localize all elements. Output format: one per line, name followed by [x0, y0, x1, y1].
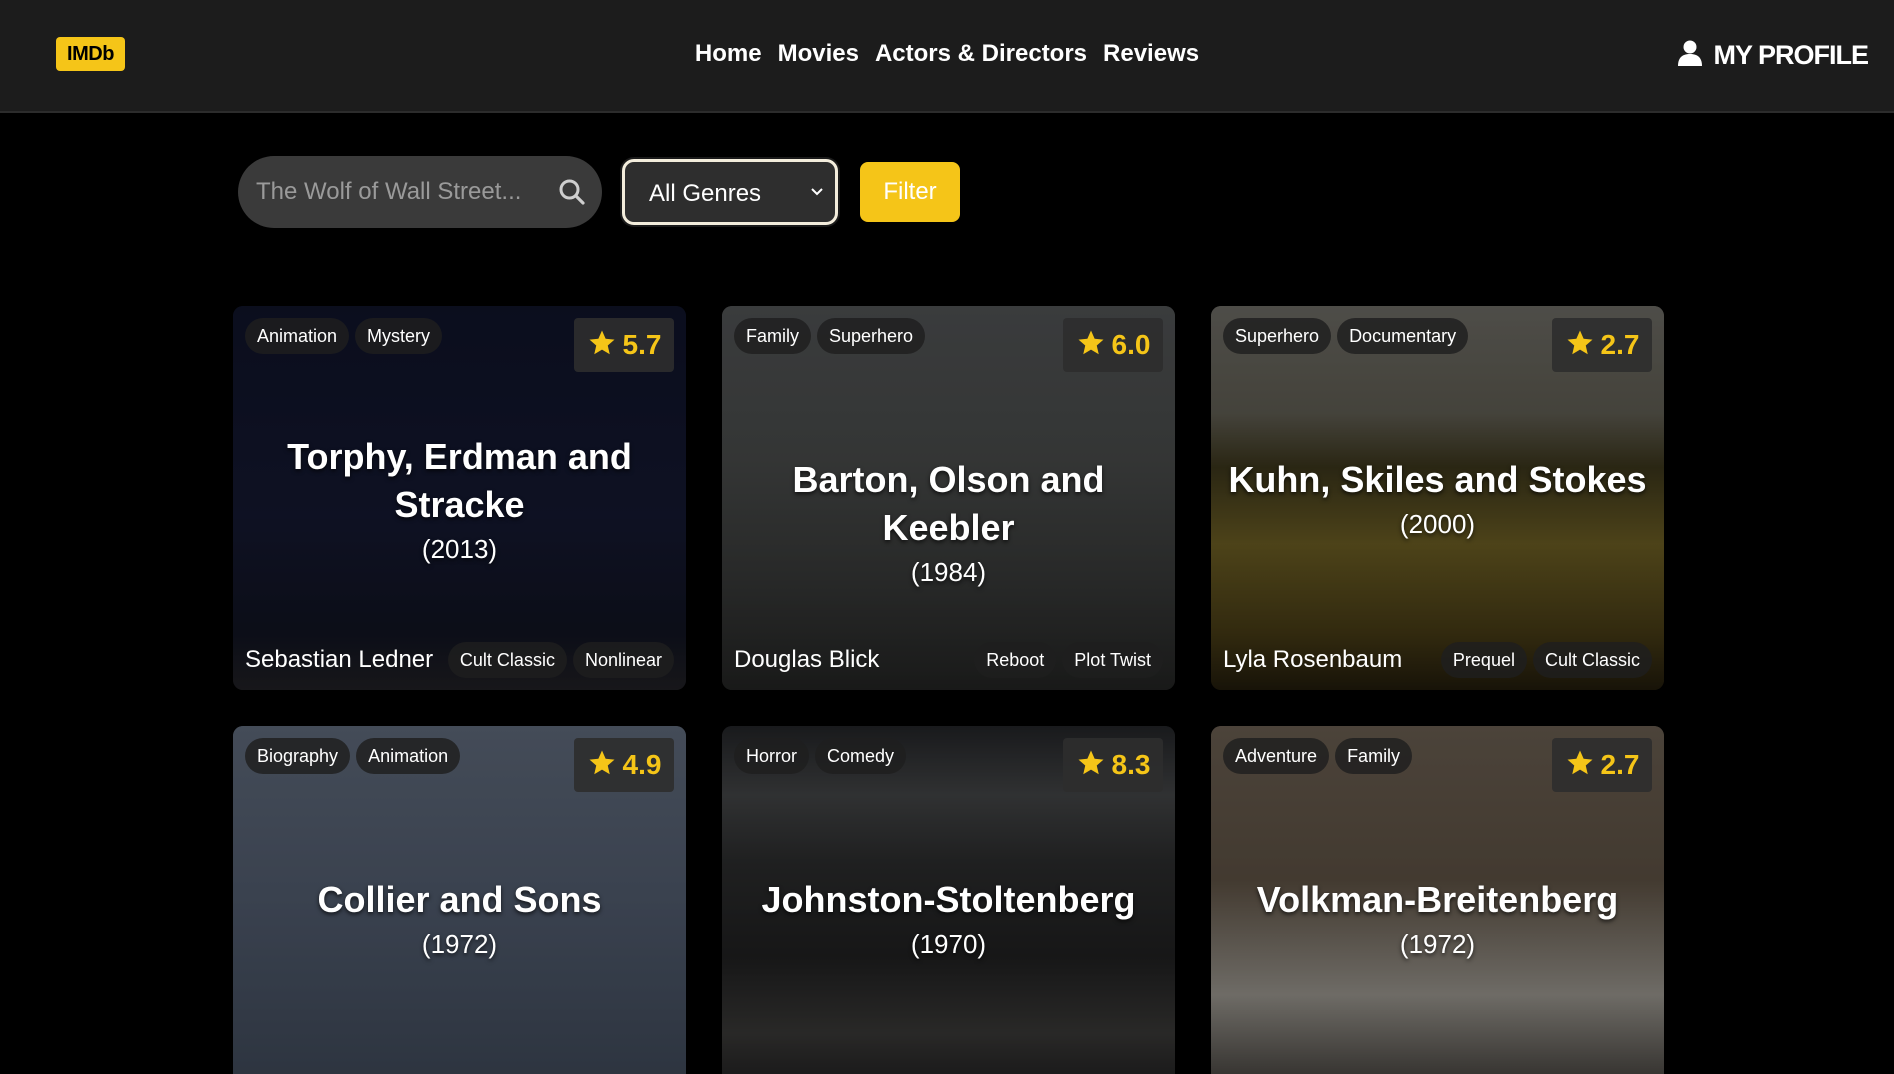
- movie-card[interactable]: Animation Mystery 5.7 Torphy, Erdman and St…: [233, 306, 686, 690]
- director-name[interactable]: Douglas Blick: [734, 646, 879, 674]
- top-navbar: IMDb Home Movies Actors & Directors Revi…: [0, 0, 1894, 113]
- rating-value: 5.7: [622, 329, 662, 360]
- genre-chip[interactable]: Mystery: [355, 318, 443, 354]
- rating-badge: 2.7: [1552, 738, 1652, 792]
- rating-badge: 5.7: [574, 318, 674, 372]
- genre-chip[interactable]: Animation: [356, 738, 461, 774]
- movie-card[interactable]: Adventure Family 2.7 Volkman-Breitenberg (19…: [1211, 726, 1664, 1074]
- movie-heading: Barton, Olson and Keebler (1984): [722, 456, 1175, 590]
- movie-year: (2000): [1399, 509, 1476, 539]
- star-icon: [587, 748, 617, 783]
- card-footer: Sebastian Ledner Cult Classic Nonlinear: [245, 642, 674, 678]
- genre-chip[interactable]: Biography: [245, 738, 351, 774]
- rating-badge: 8.3: [1063, 738, 1163, 792]
- genre-chip[interactable]: Adventure: [1223, 738, 1330, 774]
- movie-year: (1972): [1399, 929, 1476, 959]
- card-footer: Douglas Blick Reboot Plot Twist: [734, 642, 1163, 678]
- chevron-down-icon: [809, 184, 825, 205]
- genre-select[interactable]: All Genres: [622, 159, 838, 225]
- filter-button[interactable]: Filter: [860, 162, 960, 222]
- keyword-tags: Cult Classic Nonlinear: [447, 642, 674, 678]
- keyword-chip[interactable]: Cult Classic: [1532, 642, 1652, 678]
- genre-chip[interactable]: Family: [734, 318, 811, 354]
- genre-tags: Family Superhero: [734, 318, 926, 354]
- genre-tags: Animation Mystery: [245, 318, 443, 354]
- movie-heading: Johnston-Stoltenberg (1970): [722, 876, 1175, 962]
- genre-chip[interactable]: Horror: [734, 738, 810, 774]
- genre-tags: Adventure Family: [1223, 738, 1413, 774]
- star-icon: [1076, 328, 1106, 363]
- movie-heading: Collier and Sons (1972): [233, 876, 686, 962]
- movie-title: Torphy, Erdman and Stracke: [287, 436, 632, 525]
- genre-tags: Horror Comedy: [734, 738, 907, 774]
- nav-reviews[interactable]: Reviews: [1103, 40, 1199, 68]
- card-footer: Lyla Rosenbaum Prequel Cult Classic: [1223, 642, 1652, 678]
- movie-card[interactable]: Biography Animation 4.9 Collier and Sons (19…: [233, 726, 686, 1074]
- nav-actors-directors[interactable]: Actors & Directors: [875, 40, 1087, 68]
- genre-chip[interactable]: Superhero: [817, 318, 926, 354]
- director-name[interactable]: Sebastian Ledner: [245, 646, 433, 674]
- genre-chip[interactable]: Family: [1335, 738, 1413, 774]
- keyword-chip[interactable]: Plot Twist: [1062, 642, 1163, 678]
- star-icon: [1565, 328, 1595, 363]
- main-nav: Home Movies Actors & Directors Reviews: [0, 40, 1894, 68]
- movie-heading: Torphy, Erdman and Stracke (2013): [233, 433, 686, 567]
- movie-heading: Volkman-Breitenberg (1972): [1211, 876, 1664, 962]
- movie-title: Barton, Olson and Keebler: [792, 459, 1105, 548]
- rating-value: 8.3: [1111, 749, 1151, 780]
- movie-title: Kuhn, Skiles and Stokes: [1228, 459, 1647, 500]
- user-icon: [1677, 39, 1703, 72]
- profile-label: MY PROFILE: [1713, 40, 1869, 70]
- nav-movies[interactable]: Movies: [778, 40, 859, 68]
- keyword-chip[interactable]: Cult Classic: [447, 642, 567, 678]
- search-bar: [238, 156, 602, 228]
- rating-badge: 6.0: [1063, 318, 1163, 372]
- keyword-tags: Prequel Cult Classic: [1440, 642, 1652, 678]
- movie-card[interactable]: Superhero Documentary 2.7 Kuhn, Skiles and …: [1211, 306, 1664, 690]
- genre-chip[interactable]: Animation: [245, 318, 350, 354]
- genre-tags: Biography Animation: [245, 738, 461, 774]
- star-icon: [587, 328, 617, 363]
- keyword-tags: Reboot Plot Twist: [974, 642, 1163, 678]
- director-name[interactable]: Lyla Rosenbaum: [1223, 646, 1402, 674]
- search-input[interactable]: [256, 156, 546, 228]
- profile-link[interactable]: MY PROFILE: [1677, 39, 1869, 72]
- genre-chip[interactable]: Documentary: [1337, 318, 1469, 354]
- rating-value: 2.7: [1600, 749, 1640, 780]
- movie-heading: Kuhn, Skiles and Stokes (2000): [1211, 456, 1664, 542]
- star-icon: [1565, 748, 1595, 783]
- rating-value: 6.0: [1111, 329, 1151, 360]
- movie-year: (1972): [421, 929, 498, 959]
- rating-value: 2.7: [1600, 329, 1640, 360]
- star-icon: [1076, 748, 1106, 783]
- rating-value: 4.9: [622, 749, 662, 780]
- search-icon[interactable]: [558, 178, 586, 211]
- movie-year: (2013): [421, 534, 498, 564]
- movie-card[interactable]: Family Superhero 6.0 Barton, Olson and Keeb…: [722, 306, 1175, 690]
- rating-badge: 2.7: [1552, 318, 1652, 372]
- movie-title: Collier and Sons: [317, 879, 602, 920]
- movie-title: Volkman-Breitenberg: [1256, 879, 1619, 920]
- movie-title: Johnston-Stoltenberg: [761, 879, 1136, 920]
- genre-select-value: All Genres: [649, 180, 762, 207]
- keyword-chip[interactable]: Reboot: [974, 642, 1057, 678]
- keyword-chip[interactable]: Prequel: [1440, 642, 1527, 678]
- movie-year: (1984): [910, 557, 987, 587]
- rating-badge: 4.9: [574, 738, 674, 792]
- genre-chip[interactable]: Comedy: [815, 738, 907, 774]
- movie-card[interactable]: Horror Comedy 8.3 Johnston-Stoltenberg (1970…: [722, 726, 1175, 1074]
- nav-home[interactable]: Home: [695, 40, 762, 68]
- keyword-chip[interactable]: Nonlinear: [572, 642, 674, 678]
- genre-chip[interactable]: Superhero: [1223, 318, 1332, 354]
- genre-tags: Superhero Documentary: [1223, 318, 1469, 354]
- movie-year: (1970): [910, 929, 987, 959]
